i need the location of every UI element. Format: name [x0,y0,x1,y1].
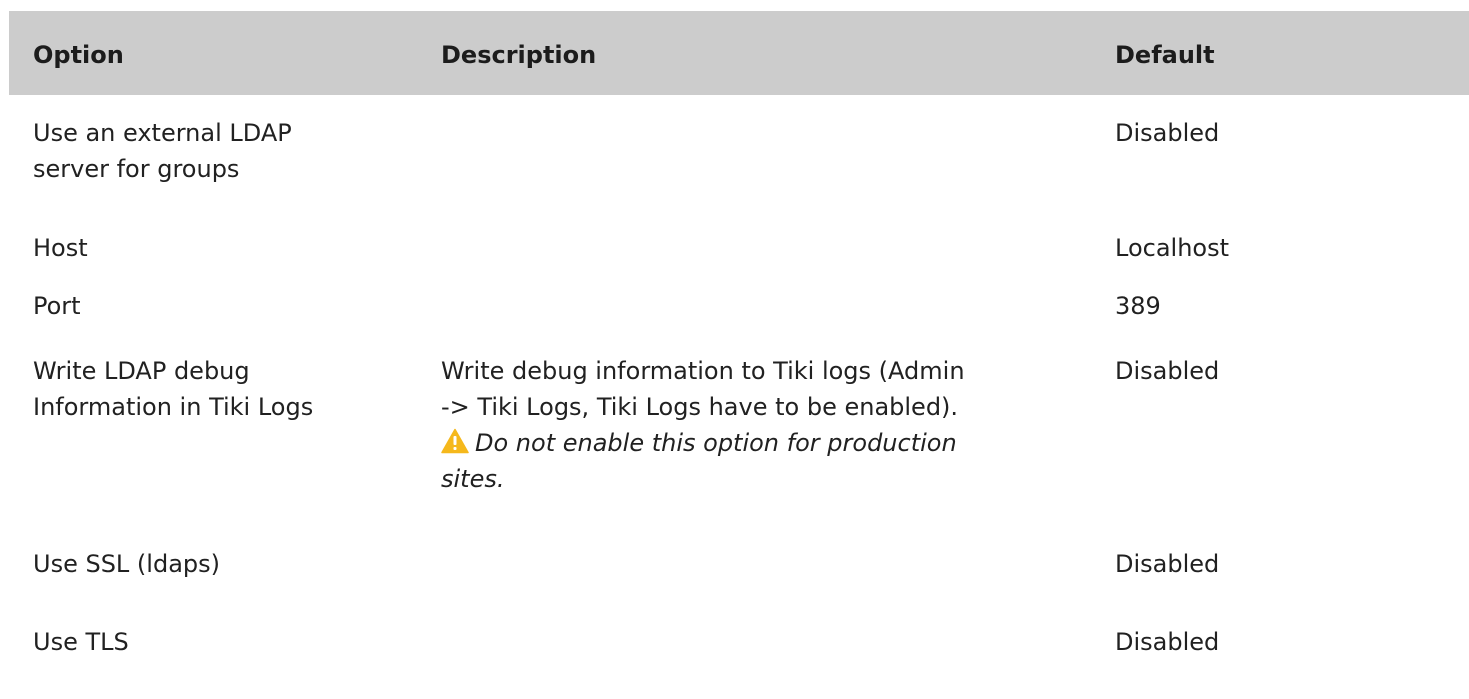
option-text: Use SSL (ldaps) [33,550,221,578]
description-text: -> Tiki Logs, Tiki Logs have to be enabl… [441,393,959,421]
default-cell: Disabled [1115,119,1220,147]
column-header-description: Description [441,41,597,69]
default-cell: Localhost [1115,234,1230,262]
default-cell: Disabled [1115,550,1220,578]
description-cell: Write debug information to Tiki logs (Ad… [441,353,965,497]
option-cell: Write LDAP debug Information in Tiki Log… [33,353,313,425]
option-cell: Use SSL (ldaps) [33,546,220,582]
table-row: Use an external LDAP server for groups D… [9,95,1469,215]
table-row: Write LDAP debug Information in Tiki Log… [9,357,1469,581]
option-text: Host [33,234,88,262]
default-cell: Disabled [1115,628,1220,656]
option-cell: Host [33,230,88,266]
table-row: Port 389 [9,289,1469,363]
option-cell: Use TLS [33,624,129,660]
table-row: Use SSL (ldaps) Disabled [9,550,1469,647]
option-text: Use TLS [33,628,129,656]
table-row: Host Localhost [9,215,1469,289]
default-cell: 389 [1115,292,1161,320]
default-cell: Disabled [1115,357,1220,385]
options-table: Option Description Default Use an extern… [9,11,1469,699]
option-text: server for groups [33,155,240,183]
column-header-option: Option [33,41,124,69]
warning-note: Do not enable this option for production [441,425,965,461]
option-text: Port [33,292,81,320]
warning-text: sites. [441,465,505,493]
option-cell: Port [33,288,81,324]
column-header-default: Default [1115,41,1215,69]
option-text: Write LDAP debug [33,357,250,385]
option-cell: Use an external LDAP server for groups [33,115,292,187]
table-header: Option Description Default [9,11,1469,95]
option-text: Information in Tiki Logs [33,393,314,421]
table-row: Use TLS Disabled [9,628,1469,699]
description-text: Write debug information to Tiki logs (Ad… [441,357,965,385]
warning-text: Do not enable this option for production [475,429,957,457]
option-text: Use an external LDAP [33,119,292,147]
warning-triangle-icon [441,428,469,454]
